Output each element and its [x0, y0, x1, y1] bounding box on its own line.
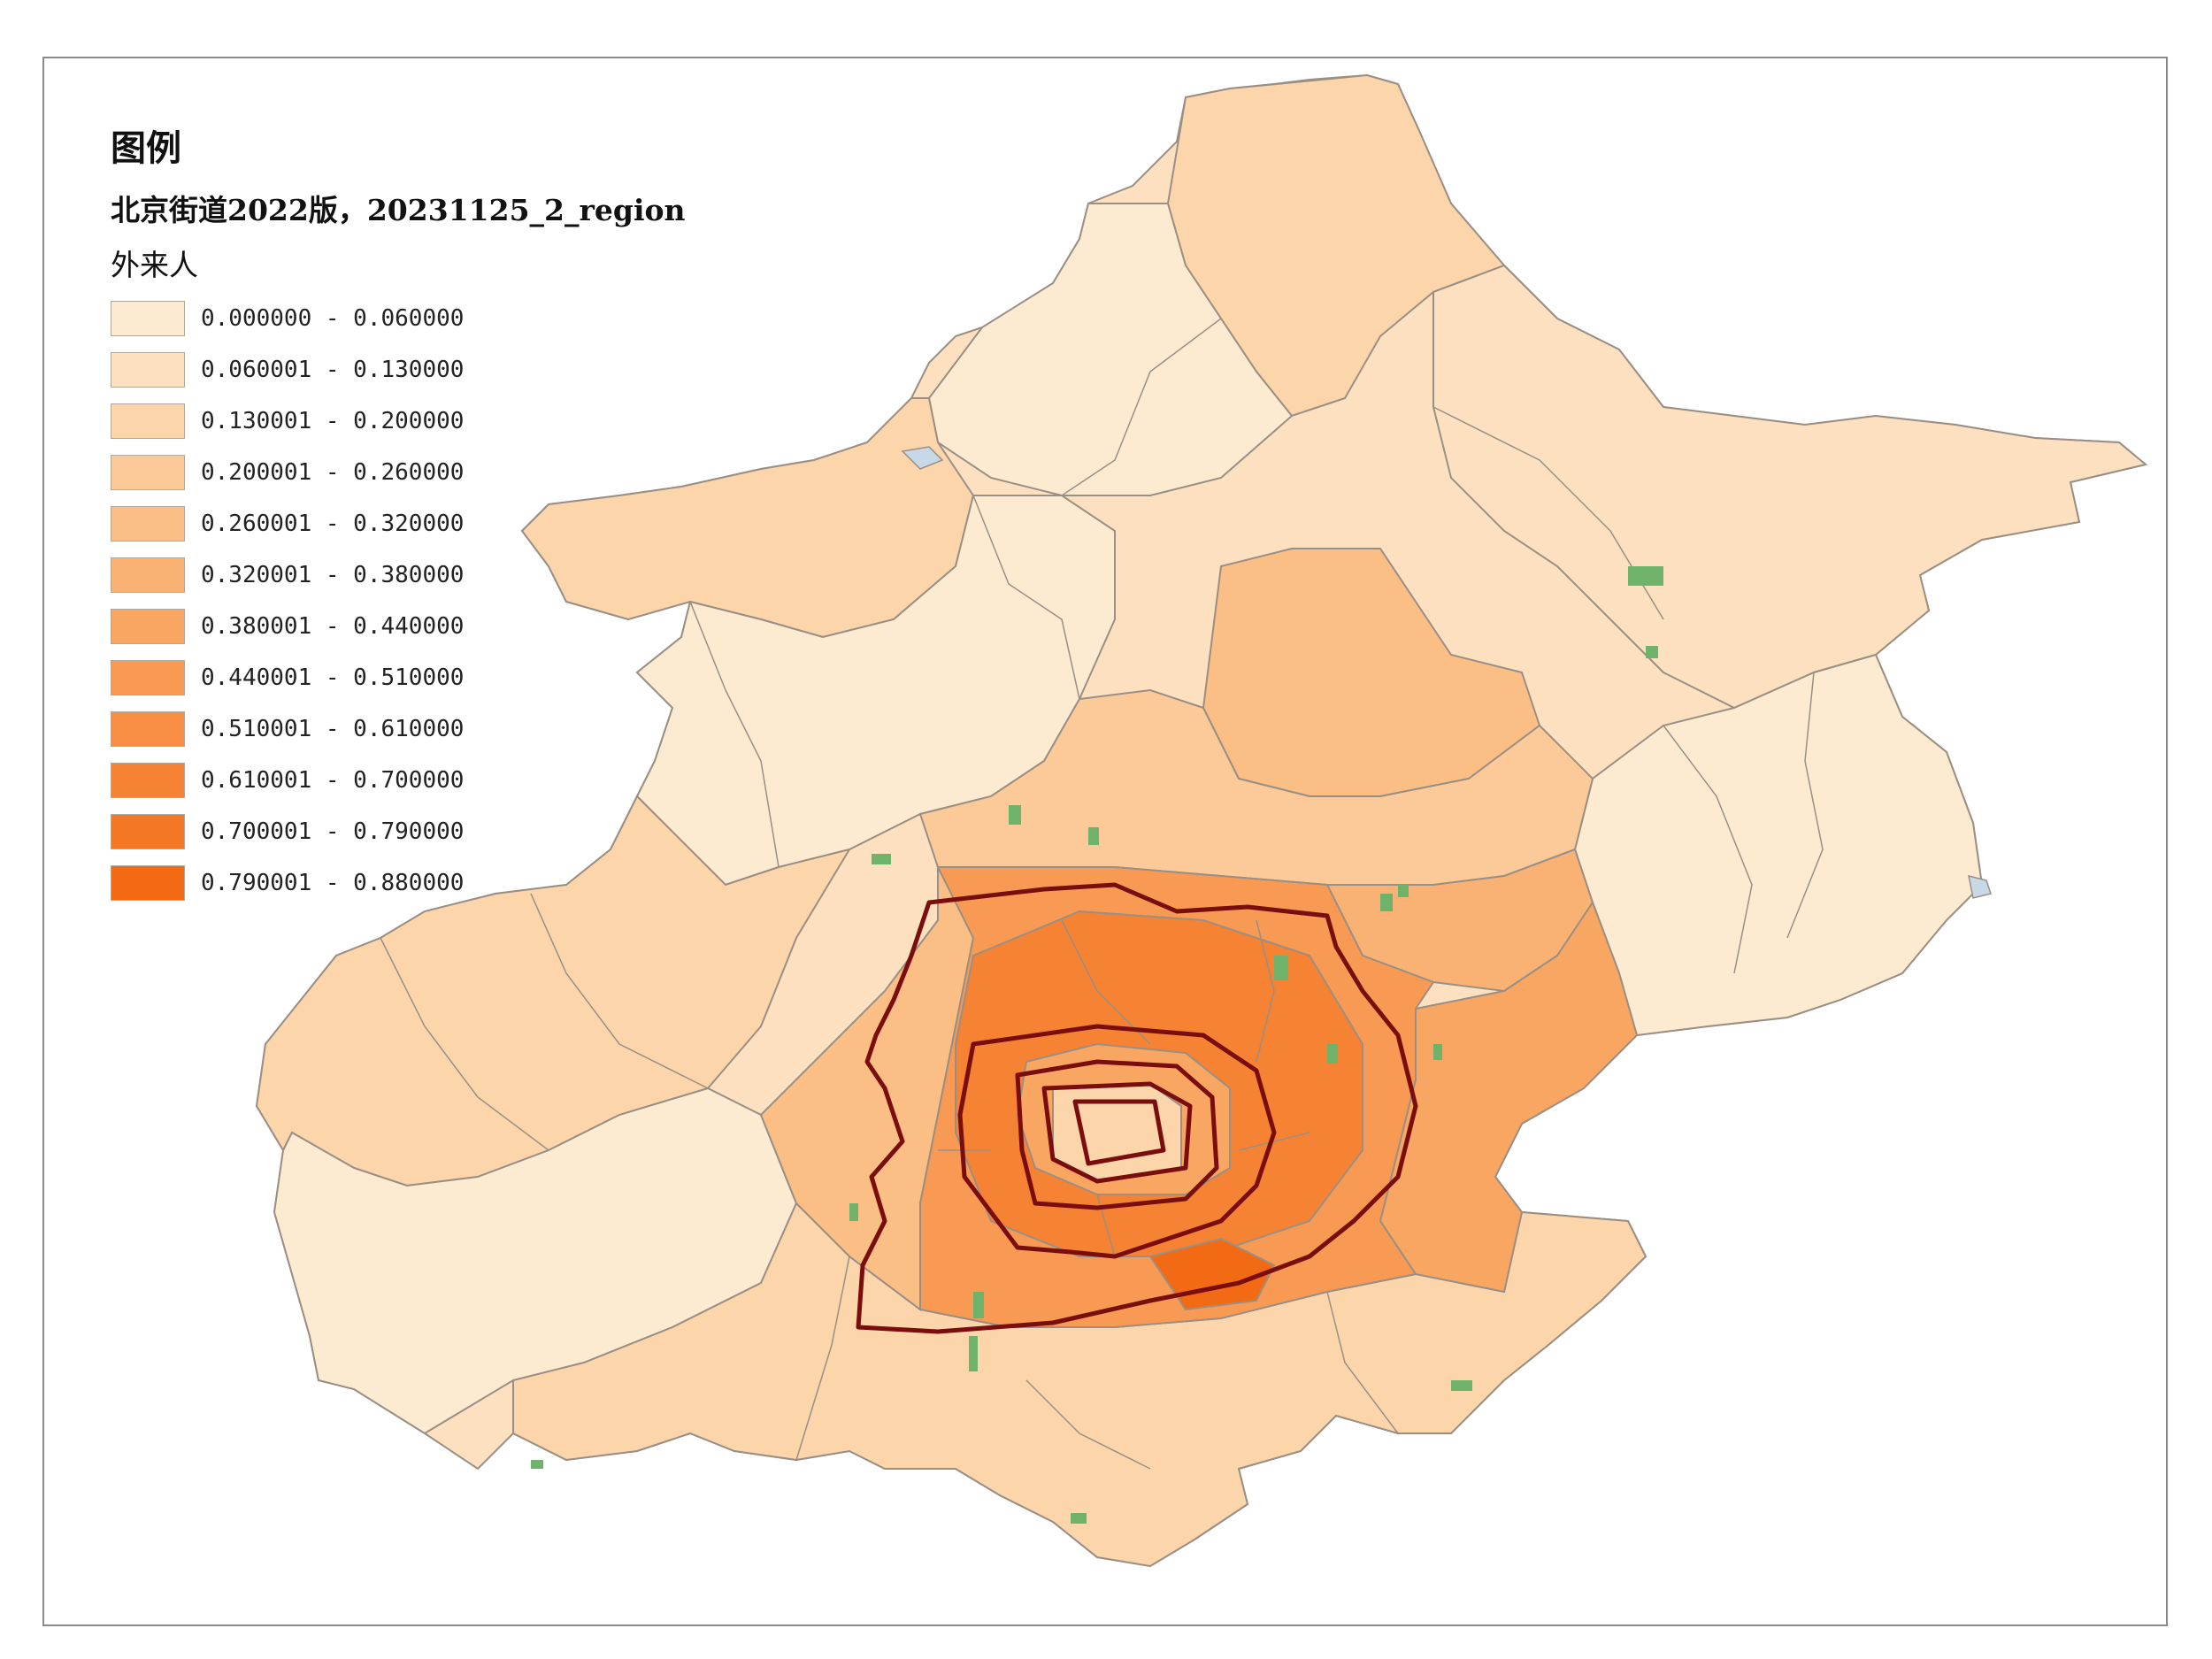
legend-classes: 0.000000 - 0.060000 0.060001 - 0.130000 0.…: [111, 293, 748, 909]
legend-swatch: [111, 814, 185, 849]
legend-class-row: 0.260001 - 0.320000: [111, 498, 748, 549]
legend-class-row: 0.510001 - 0.610000: [111, 703, 748, 755]
legend-class-row: 0.130001 - 0.200000: [111, 396, 748, 447]
legend-swatch: [111, 301, 185, 336]
legend-range-label: 0.060001 - 0.130000: [201, 357, 465, 383]
legend-swatch: [111, 763, 185, 798]
legend-class-row: 0.700001 - 0.790000: [111, 806, 748, 857]
legend-range-label: 0.610001 - 0.700000: [201, 767, 465, 794]
legend-field-name: 外来人: [111, 248, 198, 282]
legend-class-row: 0.000000 - 0.060000: [111, 293, 748, 344]
legend-class-row: 0.060001 - 0.130000: [111, 344, 748, 396]
legend-swatch: [111, 711, 185, 747]
legend-range-label: 0.200001 - 0.260000: [201, 459, 465, 486]
legend-range-label: 0.000000 - 0.060000: [201, 305, 465, 332]
legend-swatch: [111, 352, 185, 388]
legend-range-label: 0.380001 - 0.440000: [201, 613, 465, 640]
legend: 图例 北京街道2022版，20231125_2_region 外来人 0.000…: [111, 119, 748, 909]
legend-class-row: 0.320001 - 0.380000: [111, 549, 748, 601]
legend-swatch: [111, 506, 185, 541]
legend-class-row: 0.610001 - 0.700000: [111, 755, 748, 806]
legend-range-label: 0.790001 - 0.880000: [201, 870, 465, 896]
legend-swatch: [111, 609, 185, 644]
legend-class-row: 0.200001 - 0.260000: [111, 447, 748, 498]
legend-heading: 图例: [111, 128, 181, 169]
legend-swatch: [111, 660, 185, 695]
legend-range-label: 0.510001 - 0.610000: [201, 716, 465, 742]
legend-range-label: 0.130001 - 0.200000: [201, 408, 465, 434]
legend-class-row: 0.790001 - 0.880000: [111, 857, 748, 909]
legend-class-row: 0.380001 - 0.440000: [111, 601, 748, 652]
legend-swatch: [111, 865, 185, 901]
legend-range-label: 0.320001 - 0.380000: [201, 562, 465, 588]
legend-range-label: 0.440001 - 0.510000: [201, 664, 465, 691]
legend-swatch: [111, 557, 185, 593]
legend-range-label: 0.260001 - 0.320000: [201, 511, 465, 537]
legend-swatch: [111, 403, 185, 439]
legend-swatch: [111, 455, 185, 490]
legend-layer-name: 北京街道2022版，20231125_2_region: [111, 193, 686, 227]
legend-class-row: 0.440001 - 0.510000: [111, 652, 748, 703]
legend-range-label: 0.700001 - 0.790000: [201, 818, 465, 845]
